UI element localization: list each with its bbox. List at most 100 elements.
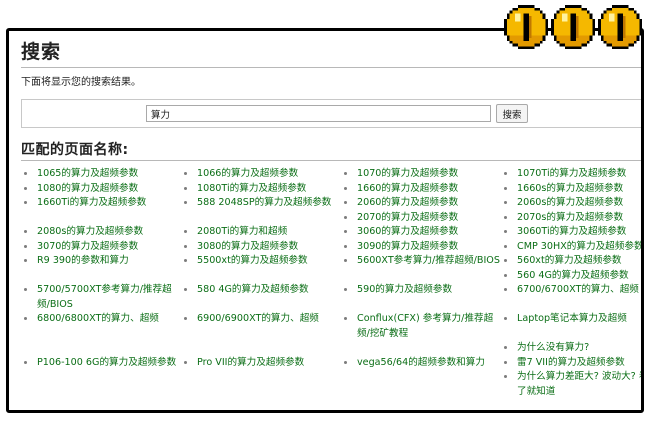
list-item[interactable]: 3090的算力及超频参数 — [341, 240, 501, 255]
list-item[interactable]: R9 390的参数和算力 — [21, 254, 181, 269]
result-link[interactable]: 588 2048SP的算力及超频参数 — [197, 197, 331, 208]
result-link[interactable]: 为什么没有算力? — [517, 342, 589, 353]
list-item[interactable]: 588 2048SP的算力及超频参数 — [181, 196, 341, 211]
result-link[interactable]: 为什么算力差距大? 波动大? 看了就知道 — [517, 371, 641, 397]
list-item[interactable]: 3060Ti的算力及超频参数 — [501, 225, 641, 240]
result-link[interactable]: 1660的算力及超频参数 — [357, 183, 458, 194]
list-item[interactable]: 为什么算力差距大? 波动大? 看了就知道 — [501, 370, 641, 399]
list-item[interactable]: 6700/6700XT的算力、超频 — [501, 283, 641, 312]
list-item[interactable]: 1070的算力及超频参数 — [341, 167, 501, 182]
result-link[interactable]: 1660Ti的算力及超频参数 — [37, 197, 146, 208]
title-divider — [21, 67, 641, 68]
result-link[interactable]: P106-100 6G的算力及超频参数 — [37, 357, 176, 368]
result-link[interactable]: 2080Ti的算力和超频 — [197, 226, 287, 237]
search-button[interactable]: 搜索 — [496, 104, 528, 123]
list-item — [21, 341, 181, 356]
list-item[interactable]: 1660的算力及超频参数 — [341, 182, 501, 197]
result-link[interactable]: R9 390的参数和算力 — [37, 255, 129, 266]
list-item[interactable]: 1080的算力及超频参数 — [21, 182, 181, 197]
list-item[interactable]: 3060的算力及超频参数 — [341, 225, 501, 240]
list-item[interactable]: 2060s的算力及超频参数 — [501, 196, 641, 211]
result-link[interactable]: 1066的算力及超频参数 — [197, 168, 298, 179]
list-item[interactable]: 5600XT参考算力/推荐超频/BIOS — [341, 254, 501, 269]
list-item — [181, 370, 341, 399]
result-link[interactable]: 2060s的算力及超频参数 — [517, 197, 623, 208]
bullet-icon — [504, 186, 507, 190]
result-link[interactable]: 560 4G的算力及超频参数 — [517, 270, 629, 281]
list-item[interactable]: 6800/6800XT的算力、超频 — [21, 312, 181, 341]
list-item[interactable]: 1660Ti的算力及超频参数 — [21, 196, 181, 211]
list-item[interactable]: 1660s的算力及超频参数 — [501, 182, 641, 197]
result-link[interactable]: 1070Ti的算力及超频参数 — [517, 168, 626, 179]
list-item[interactable]: 为什么没有算力? — [501, 341, 641, 356]
list-item[interactable]: 560xt的算力及超频参数 — [501, 254, 641, 269]
result-link[interactable]: 雷7 VII的算力及超频参数 — [517, 357, 625, 368]
result-link[interactable]: vega56/64的超频参数和算力 — [357, 357, 485, 368]
list-item[interactable]: 1070Ti的算力及超频参数 — [501, 167, 641, 182]
list-item[interactable]: 5500xt的算力及超频参数 — [181, 254, 341, 269]
page-subtitle: 下面将显示您的搜索结果。 — [21, 77, 141, 88]
result-link[interactable]: 1080Ti的算力及超频参数 — [197, 183, 306, 194]
list-item[interactable]: 6900/6900XT的算力、超频 — [181, 312, 341, 341]
list-item[interactable]: 5700/5700XT参考算力/推荐超频/BIOS — [21, 283, 181, 312]
bullet-icon — [504, 317, 507, 320]
list-item[interactable]: 590的算力及超频参数 — [341, 283, 501, 312]
result-link[interactable]: 1070的算力及超频参数 — [357, 168, 458, 179]
list-item[interactable]: 2080Ti的算力和超频 — [181, 225, 341, 240]
list-item[interactable]: Conflux(CFX) 参考算力/推荐超频/挖矿教程 — [341, 312, 501, 341]
result-link[interactable]: 6700/6700XT的算力、超频 — [517, 284, 639, 295]
bullet-icon — [504, 375, 507, 378]
list-item[interactable]: 1080Ti的算力及超频参数 — [181, 182, 341, 197]
list-item — [341, 341, 501, 356]
result-link[interactable]: 3080的算力及超频参数 — [197, 241, 298, 252]
list-item[interactable]: Pro VII的算力及超频参数 — [181, 356, 341, 371]
result-link[interactable]: 5700/5700XT参考算力/推荐超频/BIOS — [37, 284, 172, 310]
result-link[interactable]: 590的算力及超频参数 — [357, 284, 452, 295]
result-link[interactable]: 3060的算力及超频参数 — [357, 226, 458, 237]
bullet-icon — [344, 360, 347, 364]
result-link[interactable]: 6800/6800XT的算力、超频 — [37, 313, 159, 324]
list-item[interactable]: 1065的算力及超频参数 — [21, 167, 181, 182]
result-link[interactable]: Conflux(CFX) 参考算力/推荐超频/挖矿教程 — [357, 313, 493, 339]
result-link[interactable]: CMP 30HX的算力及超频参数 — [517, 241, 641, 252]
results-grid: 1065的算力及超频参数 1066的算力及超频参数 1070的算力及超频参数 1070… — [21, 167, 641, 399]
result-link[interactable]: 2080s的算力及超频参数 — [37, 226, 143, 237]
result-link[interactable]: 2070s的算力及超频参数 — [517, 212, 623, 223]
list-item — [181, 341, 341, 356]
result-link[interactable]: 2060的算力及超频参数 — [357, 197, 458, 208]
coin-icon — [504, 5, 548, 49]
result-link[interactable]: 1065的算力及超频参数 — [37, 168, 138, 179]
list-item[interactable]: P106-100 6G的算力及超频参数 — [21, 356, 181, 371]
result-link[interactable]: Laptop笔记本算力及超频 — [517, 313, 627, 324]
list-item[interactable]: 580 4G的算力及超频参数 — [181, 283, 341, 312]
list-item[interactable]: vega56/64的超频参数和算力 — [341, 356, 501, 371]
list-item[interactable]: 2060的算力及超频参数 — [341, 196, 501, 211]
result-link[interactable]: Pro VII的算力及超频参数 — [197, 357, 304, 368]
result-link[interactable]: 2070的算力及超频参数 — [357, 212, 458, 223]
list-item[interactable]: 3070的算力及超频参数 — [21, 240, 181, 255]
result-link[interactable]: 3090的算力及超频参数 — [357, 241, 458, 252]
result-link[interactable]: 560xt的算力及超频参数 — [517, 255, 622, 266]
result-link[interactable]: 1080的算力及超频参数 — [37, 183, 138, 194]
result-link[interactable]: 5500xt的算力及超频参数 — [197, 255, 308, 266]
bullet-icon — [184, 186, 187, 190]
list-item[interactable]: 雷7 VII的算力及超频参数 — [501, 356, 641, 371]
bullet-icon — [24, 317, 27, 320]
bullet-icon — [344, 215, 347, 219]
list-item[interactable]: 560 4G的算力及超频参数 — [501, 269, 641, 284]
search-input[interactable] — [146, 105, 491, 122]
result-link[interactable]: 5600XT参考算力/推荐超频/BIOS — [357, 255, 500, 266]
bullet-icon — [504, 360, 507, 364]
list-item[interactable]: Laptop笔记本算力及超频 — [501, 312, 641, 341]
list-item[interactable]: CMP 30HX的算力及超频参数 — [501, 240, 641, 255]
result-link[interactable]: 1660s的算力及超频参数 — [517, 183, 623, 194]
list-item[interactable]: 1066的算力及超频参数 — [181, 167, 341, 182]
result-link[interactable]: 3060Ti的算力及超频参数 — [517, 226, 626, 237]
list-item[interactable]: 2070s的算力及超频参数 — [501, 211, 641, 226]
list-item[interactable]: 2080s的算力及超频参数 — [21, 225, 181, 240]
result-link[interactable]: 3070的算力及超频参数 — [37, 241, 138, 252]
list-item[interactable]: 2070的算力及超频参数 — [341, 211, 501, 226]
result-link[interactable]: 580 4G的算力及超频参数 — [197, 284, 309, 295]
list-item[interactable]: 3080的算力及超频参数 — [181, 240, 341, 255]
result-link[interactable]: 6900/6900XT的算力、超频 — [197, 313, 319, 324]
